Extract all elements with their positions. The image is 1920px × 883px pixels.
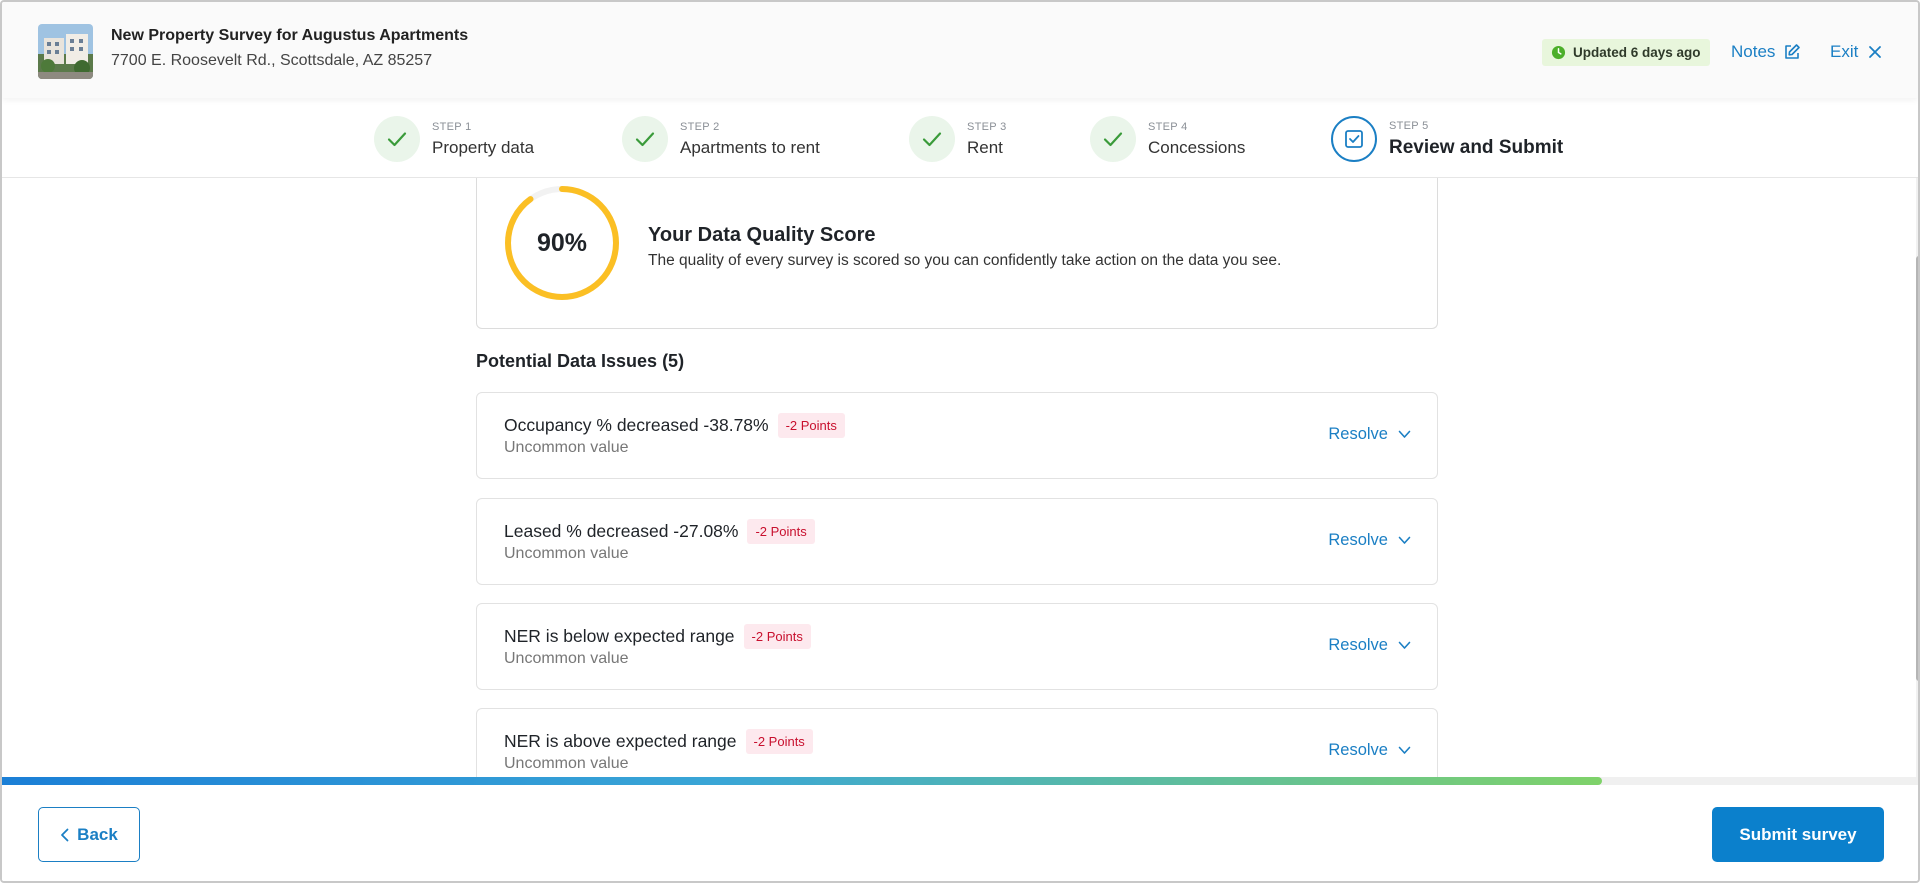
checkbox-icon — [1345, 130, 1363, 148]
content-scrollbar[interactable] — [1916, 178, 1918, 778]
check-icon — [922, 132, 942, 147]
step-label: Apartments to rent — [680, 137, 820, 157]
chevron-down-icon — [1398, 536, 1411, 544]
resolve-button[interactable]: Resolve — [1328, 425, 1411, 444]
issue-card: Leased % decreased -27.08% -2 Points Unc… — [476, 498, 1438, 585]
notes-label: Notes — [1731, 42, 1776, 61]
step-label: Rent — [967, 137, 1003, 157]
back-button[interactable]: Back — [38, 807, 140, 862]
submit-label: Submit survey — [1739, 824, 1857, 844]
issue-subtitle: Uncommon value — [504, 545, 629, 562]
close-icon — [1869, 46, 1882, 58]
property-address: 7700 E. Roosevelt Rd., Scottsdale, AZ 85… — [111, 52, 433, 69]
step-rent[interactable]: STEP 3 Rent — [909, 116, 1007, 162]
points-badge: -2 Points — [745, 729, 813, 754]
step-label: Property data — [432, 137, 535, 157]
updated-text: Updated 6 days ago — [1573, 45, 1701, 60]
step-review-and-submit[interactable]: STEP 5 Review and Submit — [1331, 116, 1563, 162]
survey-progress-fill — [2, 777, 1602, 785]
property-title: New Property Survey for Augustus Apartme… — [111, 27, 469, 44]
step-label: Concessions — [1148, 137, 1246, 157]
app-window: New Property Survey for Augustus Apartme… — [0, 0, 1920, 883]
check-icon — [387, 132, 407, 147]
step-concessions[interactable]: STEP 4 Concessions — [1090, 116, 1245, 162]
score-value: 90% — [536, 228, 588, 257]
property-thumbnail — [38, 24, 93, 79]
issue-title: Occupancy % decreased -38.78% — [504, 415, 769, 435]
step-label: Review and Submit — [1389, 136, 1564, 158]
resolve-button[interactable]: Resolve — [1328, 741, 1411, 760]
step-number: STEP 5 — [1389, 119, 1429, 132]
resolve-label: Resolve — [1328, 636, 1388, 654]
header-bar: New Property Survey for Augustus Apartme… — [2, 2, 1918, 98]
issue-title: NER is below expected range — [504, 626, 735, 646]
check-icon — [1103, 132, 1123, 147]
footer-bar: Back Submit survey — [2, 785, 1918, 881]
step-navigation: STEP 1 Property data STEP 2 Apartments t… — [2, 98, 1918, 178]
data-quality-score-card: 90% Your Data Quality Score The quality … — [476, 178, 1438, 329]
points-badge: -2 Points — [743, 624, 811, 649]
step-number: STEP 3 — [967, 120, 1007, 133]
review-content: 90% Your Data Quality Score The quality … — [2, 178, 1918, 778]
resolve-button[interactable]: Resolve — [1328, 531, 1411, 550]
issue-title: Leased % decreased -27.08% — [504, 521, 739, 541]
step-complete-indicator — [1090, 116, 1136, 162]
step-complete-indicator — [622, 116, 668, 162]
step-property-data[interactable]: STEP 1 Property data — [374, 116, 534, 162]
step-number: STEP 2 — [680, 120, 720, 133]
resolve-label: Resolve — [1328, 531, 1388, 549]
resolve-label: Resolve — [1328, 425, 1388, 443]
chevron-down-icon — [1398, 641, 1411, 649]
step-number: STEP 1 — [432, 120, 472, 133]
issue-subtitle: Uncommon value — [504, 439, 629, 456]
points-badge: -2 Points — [747, 519, 815, 544]
issue-card: NER is below expected range -2 Points Un… — [476, 603, 1438, 690]
issue-subtitle: Uncommon value — [504, 755, 629, 772]
chevron-down-icon — [1398, 430, 1411, 438]
exit-label: Exit — [1830, 42, 1859, 61]
submit-survey-button[interactable]: Submit survey — [1712, 807, 1884, 862]
updated-badge: Updated 6 days ago — [1542, 39, 1710, 66]
resolve-button[interactable]: Resolve — [1328, 636, 1411, 655]
issue-card: Occupancy % decreased -38.78% -2 Points … — [476, 392, 1438, 479]
step-complete-indicator — [909, 116, 955, 162]
issue-card: NER is above expected range -2 Points Un… — [476, 708, 1438, 778]
notes-button[interactable]: Notes — [1731, 39, 1801, 65]
edit-icon — [1785, 44, 1801, 59]
exit-button[interactable]: Exit — [1830, 39, 1882, 65]
issues-heading: Potential Data Issues (5) — [476, 351, 685, 371]
step-complete-indicator — [374, 116, 420, 162]
resolve-label: Resolve — [1328, 741, 1388, 759]
score-title: Your Data Quality Score — [648, 224, 876, 246]
scrollbar-thumb[interactable] — [1916, 256, 1918, 681]
back-label: Back — [77, 824, 118, 844]
step-number: STEP 4 — [1148, 120, 1188, 133]
step-apartments-to-rent[interactable]: STEP 2 Apartments to rent — [622, 116, 820, 162]
issue-title: NER is above expected range — [504, 731, 737, 751]
clock-icon — [1551, 45, 1566, 60]
chevron-down-icon — [1398, 746, 1411, 754]
check-icon — [635, 132, 655, 147]
step-active-indicator — [1331, 116, 1377, 162]
survey-progress-bar — [2, 777, 1918, 785]
chevron-left-icon — [61, 828, 69, 841]
issue-subtitle: Uncommon value — [504, 650, 629, 667]
score-description: The quality of every survey is scored so… — [648, 252, 1282, 269]
points-badge: -2 Points — [777, 413, 845, 438]
